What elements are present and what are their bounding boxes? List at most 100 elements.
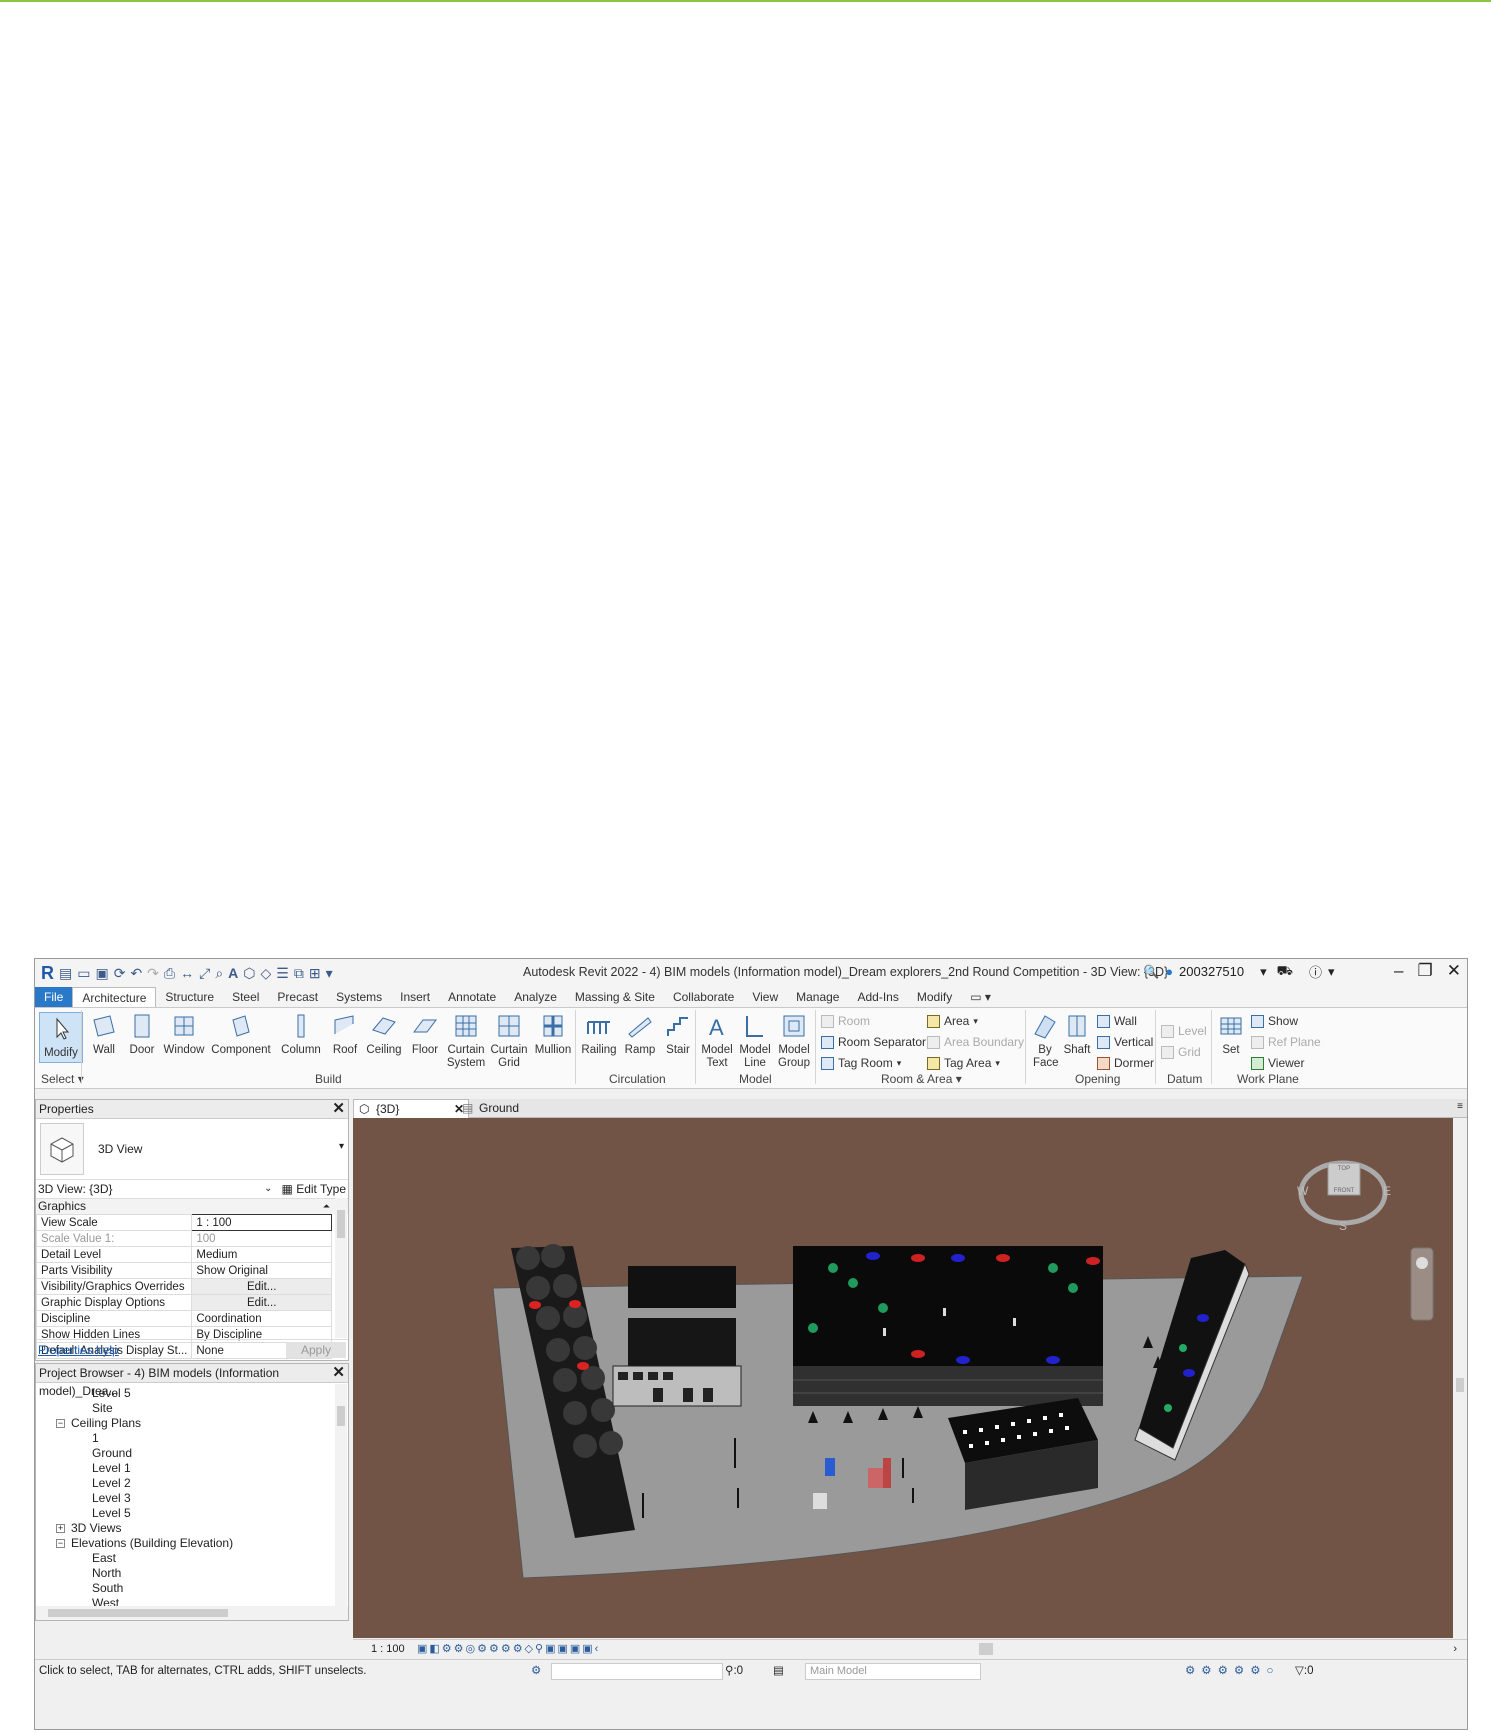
graphics-group-header[interactable]: Graphics ⏶: [36, 1199, 348, 1214]
property-value[interactable]: Edit...: [191, 1278, 332, 1295]
property-value[interactable]: Medium: [191, 1246, 332, 1263]
modify-button[interactable]: Modify: [39, 1012, 83, 1063]
browser-item[interactable]: Level 3: [92, 1490, 131, 1506]
tab-file[interactable]: File: [35, 987, 73, 1007]
workset-dropdown[interactable]: [551, 1663, 723, 1680]
curtain-system-button[interactable]: Curtain System: [447, 1012, 485, 1070]
column-button[interactable]: Column: [277, 1012, 325, 1057]
floor-button[interactable]: Floor: [409, 1012, 441, 1057]
tab-collaborate[interactable]: Collaborate: [664, 987, 743, 1007]
expander-icon[interactable]: +: [56, 1524, 65, 1534]
worksets-icon[interactable]: ⚙: [531, 1660, 541, 1682]
scroll-right-icon[interactable]: ›: [1453, 1640, 1457, 1658]
print-icon[interactable]: ⎙: [164, 965, 175, 982]
shaft-button[interactable]: Shaft: [1063, 1012, 1091, 1057]
browser-item[interactable]: Level 2: [92, 1475, 131, 1491]
browser-item[interactable]: − Elevations (Building Elevation): [56, 1535, 233, 1551]
minimize-icon[interactable]: –: [1394, 961, 1403, 981]
area-button[interactable]: Area ▾: [927, 1014, 978, 1028]
browser-item[interactable]: Level 5: [92, 1385, 131, 1401]
default-3d-view-icon[interactable]: ⬡: [243, 965, 255, 982]
dormer-button[interactable]: Dormer: [1097, 1056, 1154, 1070]
instance-selector[interactable]: 3D View: {3D} ⌄ ▦ Edit Type: [36, 1180, 348, 1199]
type-selector[interactable]: 3D View ▾: [36, 1119, 348, 1180]
property-value[interactable]: Edit...: [191, 1294, 332, 1311]
browser-item[interactable]: South: [92, 1580, 123, 1596]
design-options-icon[interactable]: ▤: [773, 1660, 784, 1682]
tab-systems[interactable]: Systems: [327, 987, 391, 1007]
close-properties-icon[interactable]: ✕: [332, 1100, 345, 1118]
roof-button[interactable]: Roof: [331, 1012, 359, 1057]
property-value[interactable]: Coordination: [191, 1310, 332, 1327]
wall-opening-button[interactable]: Wall: [1097, 1014, 1137, 1028]
room-separator-button[interactable]: Room Separator: [821, 1035, 926, 1049]
dimension-icon[interactable]: ⤢: [199, 965, 210, 982]
close-icon[interactable]: ✕: [1447, 961, 1461, 981]
tab-steel[interactable]: Steel: [223, 987, 268, 1007]
show-workplane-button[interactable]: Show: [1251, 1014, 1298, 1028]
help-icon[interactable]: ⓘ: [1309, 962, 1322, 981]
user-icon[interactable]: ●: [1165, 964, 1173, 979]
window-button[interactable]: Window: [163, 1012, 205, 1057]
tab-structure[interactable]: Structure: [156, 987, 223, 1007]
tab-architecture[interactable]: Architecture: [72, 986, 157, 1008]
collapse-group-icon[interactable]: ⏶: [323, 1199, 330, 1214]
3d-view-canvas[interactable]: TOP FRONT W E S: [353, 1118, 1453, 1638]
ceiling-button[interactable]: Ceiling: [365, 1012, 403, 1057]
expander-icon[interactable]: −: [56, 1539, 65, 1549]
set-workplane-button[interactable]: Set: [1217, 1012, 1245, 1057]
properties-help-link[interactable]: Properties help: [38, 1343, 119, 1357]
model-line-button[interactable]: Model Line: [739, 1012, 771, 1070]
grid-button[interactable]: Grid: [1161, 1045, 1201, 1059]
design-option-dropdown[interactable]: Main Model: [805, 1663, 981, 1680]
tab-analyze[interactable]: Analyze: [505, 987, 566, 1007]
open-icon[interactable]: ▭: [77, 965, 90, 982]
room-button[interactable]: Room: [821, 1014, 870, 1028]
mullion-button[interactable]: Mullion: [533, 1012, 573, 1057]
sync-icon[interactable]: ⟳: [114, 965, 126, 982]
view-scale[interactable]: 1 : 100: [371, 1640, 405, 1658]
text-icon[interactable]: A: [228, 965, 238, 981]
property-value[interactable]: 100: [191, 1230, 332, 1247]
stair-button[interactable]: Stair: [663, 1012, 693, 1057]
area-boundary-button[interactable]: Area Boundary: [927, 1035, 1024, 1049]
tab-insert[interactable]: Insert: [391, 987, 439, 1007]
tab-massing-site[interactable]: Massing & Site: [566, 987, 664, 1007]
tab-view[interactable]: View: [743, 987, 787, 1007]
type-dropdown-icon[interactable]: ▾: [339, 1141, 344, 1152]
browser-item[interactable]: +3D Views: [56, 1520, 121, 1536]
revit-logo[interactable]: R: [41, 963, 54, 984]
tab-precast[interactable]: Precast: [268, 987, 327, 1007]
measure-icon[interactable]: ↔: [180, 965, 194, 981]
new-file-icon[interactable]: ▤: [59, 965, 72, 982]
user-id[interactable]: 200327510: [1179, 964, 1244, 979]
properties-scrollbar[interactable]: [335, 1198, 347, 1338]
component-button[interactable]: Component: [211, 1012, 271, 1057]
tab-annotate[interactable]: Annotate: [439, 987, 505, 1007]
browser-item[interactable]: Level 5: [92, 1505, 131, 1521]
tab-ground[interactable]: ▤ Ground: [457, 1099, 559, 1117]
vertical-opening-button[interactable]: Vertical: [1097, 1035, 1153, 1049]
switch-windows-icon[interactable]: ⊞: [309, 965, 321, 982]
model-group-button[interactable]: Model Group: [777, 1012, 811, 1070]
editable-only-count[interactable]: ⚲:0: [725, 1660, 743, 1682]
selector-dropdown-icon[interactable]: ⌄: [264, 1180, 272, 1198]
apply-button[interactable]: Apply: [286, 1342, 346, 1358]
property-value[interactable]: 1 : 100: [191, 1214, 332, 1231]
railing-button[interactable]: Railing: [581, 1012, 617, 1057]
browser-item[interactable]: − Ceiling Plans: [56, 1415, 141, 1431]
close-browser-icon[interactable]: ✕: [332, 1364, 345, 1382]
ref-plane-button[interactable]: Ref Plane: [1251, 1035, 1321, 1049]
curtain-grid-button[interactable]: Curtain Grid: [490, 1012, 528, 1070]
save-icon[interactable]: ▣: [95, 965, 108, 982]
room-area-panel-label[interactable]: Room & Area ▾: [881, 1072, 962, 1086]
by-face-button[interactable]: By Face: [1031, 1012, 1059, 1070]
contextual-tab-dropdown-icon[interactable]: ▭ ▾: [961, 987, 1000, 1007]
select-panel-label[interactable]: Select ▾: [41, 1072, 84, 1086]
section-icon[interactable]: ◇: [261, 965, 272, 982]
close-hidden-windows-icon[interactable]: ⧉: [294, 965, 304, 982]
help-dropdown-icon[interactable]: ▾: [1328, 964, 1335, 980]
view-hscroll-thumb[interactable]: [979, 1643, 993, 1655]
browser-item[interactable]: East: [92, 1550, 116, 1566]
door-button[interactable]: Door: [127, 1012, 157, 1057]
